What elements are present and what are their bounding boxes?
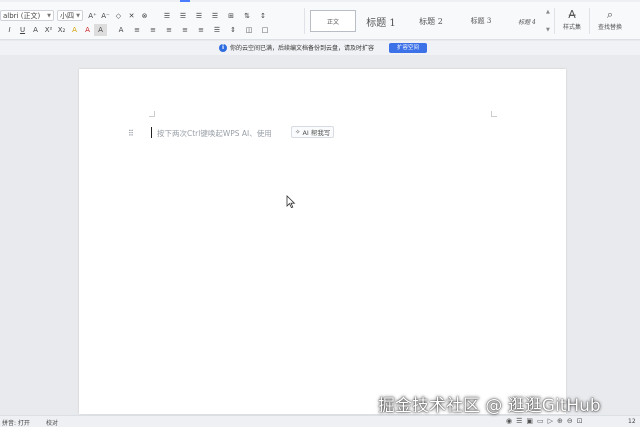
italic-button[interactable]: I — [3, 24, 16, 36]
font-color-button[interactable]: A — [81, 24, 94, 36]
status-bar: 拼音: 打开 校对 ◉ ☰ ▣ ▭ ▷ ⊕ ⊖ ⊡ 12 — [0, 415, 640, 427]
shading-button[interactable]: ◫ — [241, 24, 257, 36]
web-view-icon[interactable]: ⊕ — [557, 417, 563, 425]
font-name-value: albri (正文) — [3, 11, 41, 20]
page-view-icon[interactable]: ▣ — [526, 417, 533, 425]
ai-hint-text: 按下两次Ctrl键唤起WPS AI、使用 — [157, 129, 272, 138]
numbering-button[interactable]: ☰ — [175, 10, 191, 22]
cloud-space-notice: i 你的云空间已满，后续编文档备份到云盘，请及时扩容 扩容空间 — [0, 41, 640, 55]
style-heading-4[interactable]: 标题 4 — [506, 10, 548, 32]
style-heading-1[interactable]: 标题 1 — [356, 10, 406, 32]
search-icon: ⌕ — [606, 8, 614, 21]
margin-corner-mark — [491, 111, 497, 117]
zoom-out-icon[interactable]: ⊖ — [567, 417, 573, 425]
eye-icon[interactable]: ◉ — [506, 417, 512, 425]
font-size-dropdown[interactable]: 小四 ▼ — [57, 10, 83, 21]
chevron-down-icon: ▼ — [76, 12, 80, 19]
grow-font-button[interactable]: A⁺ — [86, 10, 99, 22]
chevron-down-icon[interactable]: ▼ — [546, 27, 551, 33]
style-heading-3[interactable]: 标题 3 — [456, 10, 506, 32]
view-mode-switcher: ◉ ☰ ▣ ▭ ▷ ⊕ ⊖ ⊡ — [506, 417, 583, 425]
style-normal[interactable]: 正文 — [310, 10, 356, 32]
play-icon[interactable]: ▷ — [548, 417, 553, 425]
clear-format-button[interactable]: ⊗ — [138, 10, 151, 22]
notice-text: 你的云空间已满，后续编文档备份到云盘，请及时扩容 — [230, 45, 375, 52]
align-center-button[interactable]: ≡ — [145, 24, 161, 36]
zoom-level[interactable]: 12 — [628, 418, 636, 425]
find-replace-button[interactable]: ⌕ 查找替换 — [593, 8, 627, 36]
line-spacing-button[interactable]: ↕ — [255, 10, 271, 22]
ai-write-button[interactable]: ✧ AI 帮我写 — [291, 126, 335, 138]
chevron-down-icon: ▼ — [47, 12, 51, 19]
drag-handle-icon[interactable]: ⠿ — [128, 129, 134, 138]
char-border-button[interactable]: A — [113, 24, 129, 36]
read-view-icon[interactable]: ▭ — [537, 417, 544, 425]
underline-button[interactable]: U — [16, 24, 29, 36]
fit-icon[interactable]: ⊡ — [577, 417, 583, 425]
expand-space-button[interactable]: 扩容空间 — [389, 43, 427, 53]
input-method-status[interactable]: 拼音: 打开 — [2, 418, 30, 427]
strikethrough-button[interactable]: A — [29, 24, 42, 36]
margin-corner-mark — [149, 111, 155, 117]
style-set-label: 样式集 — [562, 24, 581, 31]
style-gallery-scroll[interactable]: ▲ ▼ — [546, 9, 551, 33]
superscript-button[interactable]: X² — [42, 24, 55, 36]
bullets-button[interactable]: ☰ — [159, 10, 175, 22]
ribbon-toolbar: albri (正文) ▼ 小四 ▼ A⁺ A⁻ ◇ ✕ ⊗ ☰ ☰ ☰ ☰ ⊞ ⇅ … — [0, 0, 640, 40]
increase-indent-button[interactable]: ☰ — [207, 10, 223, 22]
style-heading-2[interactable]: 标题 2 — [406, 10, 456, 32]
justify-button[interactable]: ≡ — [177, 24, 193, 36]
decrease-indent-button[interactable]: ☰ — [191, 10, 207, 22]
sort-button[interactable]: ⇅ — [239, 10, 255, 22]
sparkle-icon: ✧ — [295, 128, 301, 136]
ribbon-tab-strip — [0, 0, 640, 2]
change-case-button[interactable]: ✕ — [125, 10, 138, 22]
style-set-icon: A̶ — [568, 8, 576, 21]
ribbon-row-2: I U A X² X₂ A A A A ≡ ≡ ≡ ≡ ≡ ☰ ⇕ ◫ □ — [0, 23, 273, 36]
distribute-button[interactable]: ≡ — [193, 24, 209, 36]
info-icon: i — [219, 44, 227, 52]
ribbon-separator — [304, 8, 305, 34]
table-of-contents-button[interactable]: ⊞ — [223, 10, 239, 22]
highlight-button[interactable]: A — [68, 24, 81, 36]
font-size-value: 小四 — [60, 11, 74, 20]
document-page[interactable]: ⠿ 按下两次Ctrl键唤起WPS AI、使用 ✧ AI 帮我写 — [79, 69, 566, 414]
text-cursor — [151, 127, 152, 138]
shrink-font-button[interactable]: A⁻ — [99, 10, 112, 22]
spacing-button[interactable]: ⇕ — [225, 24, 241, 36]
ribbon-separator — [589, 8, 590, 34]
chevron-up-icon[interactable]: ▲ — [546, 9, 551, 15]
mouse-pointer-icon — [286, 195, 296, 209]
paragraph-button[interactable]: ☰ — [209, 24, 225, 36]
align-right-button[interactable]: ≡ — [161, 24, 177, 36]
text-effect-button[interactable]: ◇ — [112, 10, 125, 22]
ai-write-label: AI 帮我写 — [302, 129, 331, 137]
find-replace-label: 查找替换 — [597, 24, 622, 31]
style-set-button[interactable]: A̶ 样式集 — [555, 8, 589, 36]
font-name-dropdown[interactable]: albri (正文) ▼ — [0, 10, 54, 21]
watermark-text: 掘金技术社区 @ 逛逛GitHub — [378, 396, 601, 416]
align-left-button[interactable]: ≡ — [129, 24, 145, 36]
char-shading-button[interactable]: A — [94, 23, 107, 36]
outline-view-icon[interactable]: ☰ — [516, 417, 522, 425]
border-button[interactable]: □ — [257, 24, 273, 36]
style-gallery: 正文 标题 1 标题 2 标题 3 标题 4 — [308, 8, 551, 34]
subscript-button[interactable]: X₂ — [55, 24, 68, 36]
ribbon-row-1: albri (正文) ▼ 小四 ▼ A⁺ A⁻ ◇ ✕ ⊗ ☰ ☰ ☰ ☰ ⊞ ⇅ … — [0, 9, 271, 22]
proofread-button[interactable]: 校对 — [46, 418, 58, 427]
active-tab-indicator — [180, 0, 190, 2]
